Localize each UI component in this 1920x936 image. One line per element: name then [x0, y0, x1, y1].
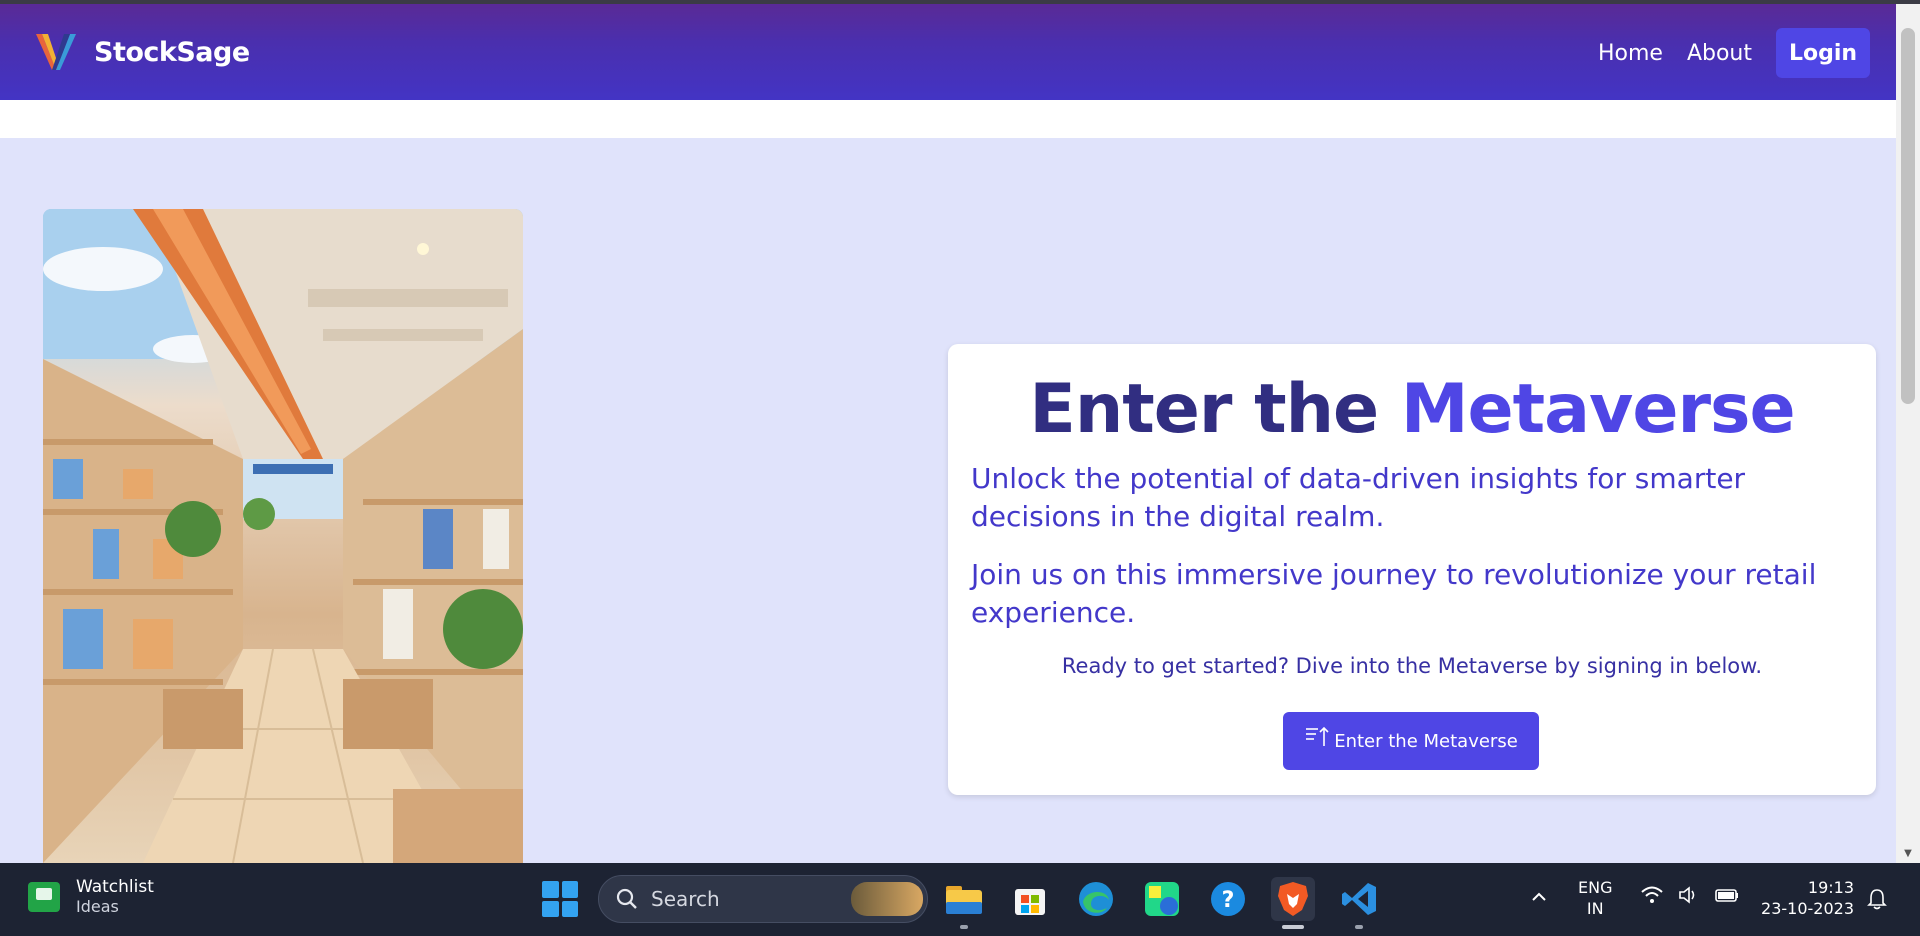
battery-icon	[1715, 889, 1738, 902]
system-clock[interactable]: 19:13 23-10-2023	[1760, 877, 1854, 919]
search-icon	[616, 888, 637, 909]
nav-home-link[interactable]: Home	[1598, 41, 1663, 66]
microsoft-store-icon[interactable]	[1008, 877, 1052, 921]
clock-date: 23-10-2023	[1761, 899, 1854, 918]
sort-up-icon	[1306, 726, 1329, 746]
watchlist-icon	[28, 881, 60, 912]
card-title: Enter the Metaverse	[948, 370, 1876, 449]
clock-time: 19:13	[1807, 878, 1854, 897]
enter-metaverse-button[interactable]: Enter the Metaverse	[1283, 712, 1539, 770]
region-code: IN	[1586, 899, 1604, 918]
edge-browser-icon[interactable]	[1074, 877, 1118, 921]
brand[interactable]: StockSage	[32, 30, 250, 74]
widget-subtitle: Ideas	[76, 897, 119, 916]
navbar: StockSage Home About Login	[0, 4, 1896, 100]
card-paragraph-1: Unlock the potential of data-driven insi…	[971, 462, 1746, 533]
scroll-thumb[interactable]	[1901, 28, 1915, 404]
nav-about-link[interactable]: About	[1687, 41, 1752, 66]
search-placeholder: Search	[651, 887, 720, 911]
help-icon[interactable]: ?	[1206, 877, 1250, 921]
card-paragraph-2: Join us on this immersive journey to rev…	[971, 558, 1817, 629]
login-button[interactable]: Login	[1776, 28, 1870, 78]
retail-store-illustration-icon	[43, 209, 523, 863]
card-title-part1: Enter the	[1029, 370, 1379, 449]
language-code: ENG	[1578, 878, 1613, 897]
taskbar-search[interactable]: Search	[598, 875, 928, 923]
card-cta-text: Ready to get started? Dive into the Meta…	[1061, 654, 1763, 678]
volume-icon	[1679, 886, 1695, 904]
input-language-indicator[interactable]: ENG IN	[1578, 877, 1612, 919]
nav-links: Home About Login	[1598, 28, 1870, 78]
watchlist-widget[interactable]: Watchlist Ideas	[28, 877, 154, 916]
file-explorer-icon[interactable]	[942, 877, 986, 929]
hero-store-image	[43, 209, 523, 863]
card-title-part2: Metaverse	[1400, 370, 1796, 449]
scroll-down-arrow-icon[interactable]: ▼	[1896, 845, 1920, 863]
show-hidden-icons-chevron-icon[interactable]	[1528, 887, 1550, 909]
windows-start-icon[interactable]	[542, 881, 578, 917]
search-highlight-icon	[851, 882, 923, 916]
page-scrollbar[interactable]: ▲ ▼	[1896, 4, 1920, 863]
enter-metaverse-label: Enter the Metaverse	[1334, 730, 1518, 752]
brand-logo-icon	[36, 34, 76, 70]
header-spacer	[0, 100, 1896, 138]
windows-taskbar: Watchlist Ideas Search ? ENG IN 19:13 23…	[0, 863, 1920, 936]
brave-browser-icon[interactable]	[1271, 877, 1315, 929]
notification-bell-icon[interactable]	[1866, 887, 1888, 915]
pycharm-app-icon[interactable]	[1140, 877, 1184, 921]
brand-name: StockSage	[94, 36, 250, 68]
widget-title: Watchlist	[76, 877, 154, 897]
metaverse-card: Enter the Metaverse Unlock the potential…	[948, 344, 1876, 795]
system-tray[interactable]	[1640, 885, 1740, 905]
svg-text:?: ?	[1222, 888, 1235, 913]
wifi-icon	[1641, 886, 1663, 903]
vscode-icon[interactable]	[1337, 877, 1381, 929]
